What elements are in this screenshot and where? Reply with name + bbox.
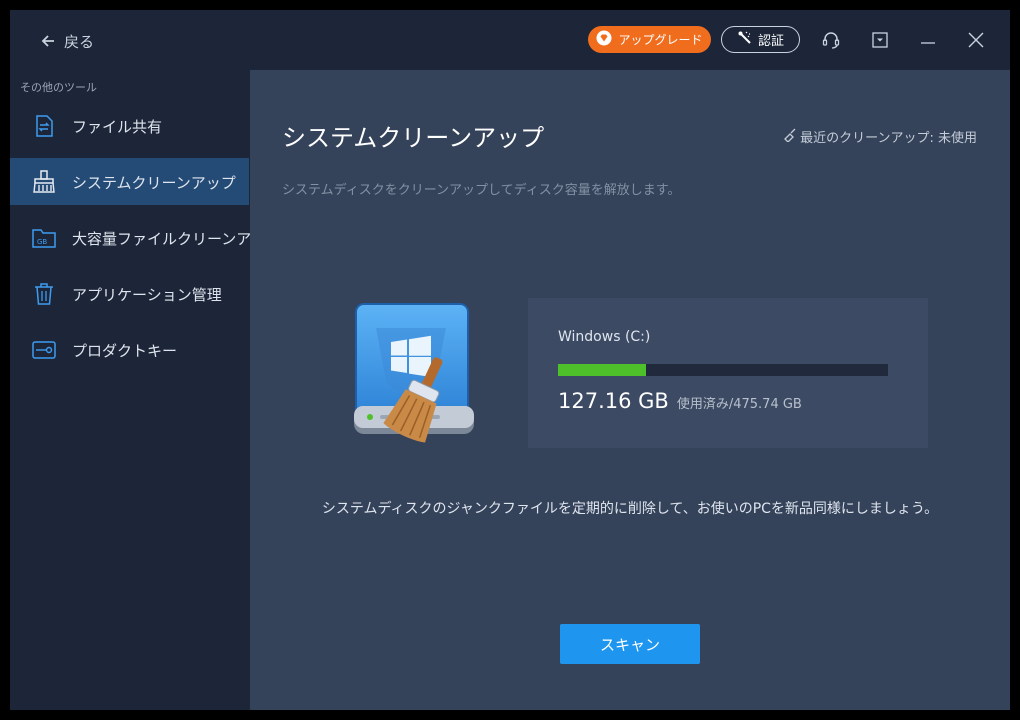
file-share-icon [31,113,57,139]
sidebar-heading: その他のツール [20,81,97,94]
disk-usage-text: 127.16 GB 使用済み/475.74 GB [558,389,802,413]
sidebar-item-product-key[interactable]: プロダクトキー [10,326,249,373]
sidebar: その他のツール ファイル共有 システムクリーンアップ GB 大容量ファイルクリー… [10,70,281,710]
back-button[interactable]: 戻る [40,28,94,54]
page-title: システムクリーンアップ [282,124,545,152]
sidebar-item-system-cleanup[interactable]: システムクリーンアップ [10,158,249,205]
disk-used-value: 127.16 GB [558,389,669,413]
sidebar-item-app-management[interactable]: アプリケーション管理 [10,270,249,317]
sidebar-item-large-file-cleanup[interactable]: GB 大容量ファイルクリーンアップ [10,214,281,261]
main-panel: システムクリーンアップ 最近のクリーンアップ: 未使用 システムディスクをクリー… [250,70,1010,710]
arrow-left-icon [40,33,56,49]
minimize-icon[interactable] [917,29,939,51]
disk-name: Windows (C:) [558,329,651,345]
back-label: 戻る [64,32,95,51]
disk-usage-bar [558,364,888,376]
disk-total-value: 使用済み/475.74 GB [676,397,802,412]
trash-icon [31,281,57,307]
support-icon[interactable] [820,29,842,51]
scan-button[interactable]: スキャン [560,624,700,664]
key-wand-icon [737,30,753,50]
upgrade-button[interactable]: アップグレード [588,26,711,53]
last-cleanup-status: 最近のクリーンアップ: 未使用 [783,127,977,146]
drive-cleanup-illustration [346,298,496,448]
sidebar-item-file-share[interactable]: ファイル共有 [10,102,249,149]
close-icon[interactable] [965,29,987,51]
last-cleanup-label: 最近のクリーンアップ: 未使用 [800,131,977,146]
disk-info-card: Windows (C:) 127.16 GB 使用済み/475.74 GB [528,298,928,448]
sidebar-item-label: ファイル共有 [72,118,163,136]
menu-icon[interactable] [869,29,891,51]
svg-text:GB: GB [37,238,47,246]
diamond-icon [596,30,612,49]
activate-label: 認証 [757,34,784,49]
cleanup-hint: システムディスクのジャンクファイルを定期的に削除して、お使いのPCを新品同様にし… [321,501,939,517]
title-bar: 戻る アップグレード 認証 [10,10,1010,70]
sidebar-item-label: アプリケーション管理 [72,286,222,304]
sidebar-item-label: システムクリーンアップ [72,174,236,192]
sidebar-item-label: プロダクトキー [72,342,178,360]
app-window: 戻る アップグレード 認証 その他のツール ファイル共有 システムクリーンアップ… [10,10,1010,710]
key-icon [31,337,57,363]
activate-button[interactable]: 認証 [721,26,800,53]
broom-small-icon [783,128,797,146]
page-subtitle: システムディスクをクリーンアップしてディスク容量を解放します。 [282,183,681,198]
upgrade-label: アップグレード [618,33,703,47]
disk-usage-fill [558,364,647,376]
broom-icon [31,169,57,195]
gb-folder-icon: GB [31,225,57,251]
